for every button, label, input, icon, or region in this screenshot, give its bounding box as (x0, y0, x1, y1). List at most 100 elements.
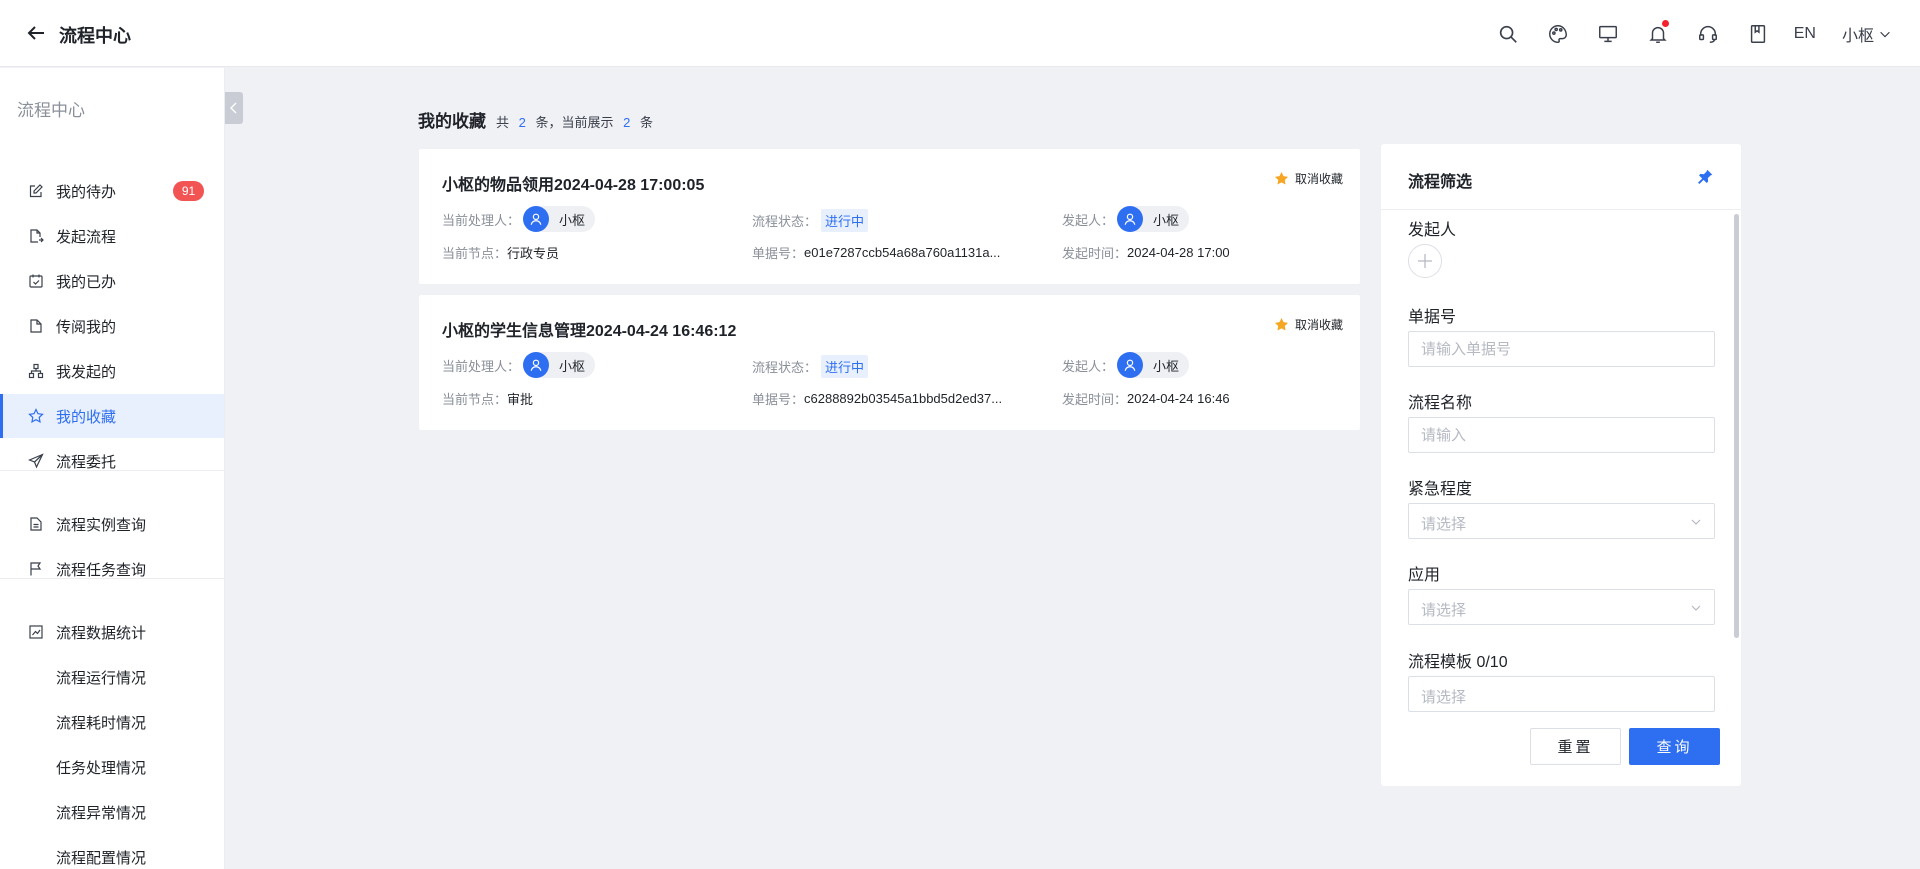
sidebar-item-circulated[interactable]: 传阅我的 (0, 304, 224, 348)
process-name-input[interactable] (1408, 417, 1715, 453)
sidebar-divider (0, 470, 224, 471)
start-time-value: 2024-04-28 17:00 (1127, 245, 1230, 260)
file-export-icon (28, 228, 44, 244)
report-icon (28, 516, 44, 532)
avatar (1117, 206, 1144, 232)
app-title: 流程中心 (59, 26, 131, 46)
book-icon[interactable] (1746, 22, 1770, 46)
app-select[interactable]: 请选择 (1408, 589, 1715, 625)
monitor-icon[interactable] (1596, 22, 1620, 46)
sidebar-item-duration[interactable]: 流程耗时情况 (0, 700, 224, 744)
sidebar-item-label: 我发起的 (56, 363, 117, 381)
chevron-down-icon (1691, 519, 1701, 525)
favorite-card[interactable]: 小枢的物品领用2024-04-28 17:00:05 取消收藏 当前处理人： 小… (419, 149, 1360, 284)
sidebar-item-config[interactable]: 流程配置情况 (0, 835, 224, 869)
search-icon[interactable] (1496, 22, 1520, 46)
user-icon (1124, 359, 1136, 371)
sidebar-item-done[interactable]: 我的已办 (0, 259, 224, 303)
node-label: 当前节点： (442, 392, 508, 407)
total-count: 2 (518, 115, 526, 130)
flag-icon (28, 561, 44, 577)
list-title: 我的收藏 (418, 112, 486, 131)
start-time-field: 发起时间： 2024-04-24 16:46 (1062, 389, 1230, 408)
handler-field: 当前处理人： 小枢 (442, 352, 596, 378)
doc-no-label: 单据号： (752, 246, 805, 261)
urgency-placeholder: 请选择 (1421, 516, 1467, 533)
filter-scrollbar[interactable] (1734, 214, 1739, 638)
status-badge: 进行中 (821, 209, 869, 232)
sidebar-item-start-process[interactable]: 发起流程 (0, 214, 224, 258)
app-placeholder: 请选择 (1421, 602, 1467, 619)
handler-chip[interactable]: 小枢 (523, 206, 596, 232)
pin-icon[interactable] (1696, 168, 1714, 186)
back-arrow-icon[interactable] (24, 21, 48, 45)
unfavorite-label: 取消收藏 (1294, 172, 1343, 186)
unfavorite-label: 取消收藏 (1294, 318, 1343, 332)
unfavorite-button[interactable]: 取消收藏 (1274, 316, 1343, 333)
user-menu[interactable]: 小枢 (1842, 22, 1892, 46)
card-title: 小枢的学生信息管理2024-04-24 16:46:12 (442, 323, 737, 340)
chevron-down-icon (1691, 605, 1701, 611)
headset-icon[interactable] (1696, 22, 1720, 46)
sidebar-item-delegate[interactable]: 流程委托 (0, 439, 224, 483)
sidebar-item-task-query[interactable]: 流程任务查询 (0, 547, 224, 591)
notification-dot (1661, 19, 1669, 27)
edit-icon (28, 183, 44, 199)
sidebar-item-initiated[interactable]: 我发起的 (0, 349, 224, 393)
doc-no-value: c6288892b03545a1bbd5d2ed37... (804, 391, 1003, 406)
sidebar-item-instance-query[interactable]: 流程实例查询 (0, 502, 224, 546)
initiator-field: 发起人： 小枢 (1062, 352, 1190, 378)
palette-icon[interactable] (1546, 22, 1570, 46)
sidebar-item-statistics[interactable]: 流程数据统计 (0, 610, 224, 654)
language-switch[interactable]: EN (1794, 25, 1816, 43)
sidebar-item-favorites[interactable]: 我的收藏 (0, 394, 224, 438)
sidebar-item-label: 我的待办 (56, 183, 117, 201)
add-initiator-button[interactable] (1408, 244, 1442, 278)
reset-button[interactable]: 重置 (1530, 728, 1621, 765)
sidebar-item-todo[interactable]: 我的待办 91 (0, 169, 224, 213)
sidebar-collapse-button[interactable] (225, 92, 243, 124)
status-field: 流程状态： 进行中 (752, 355, 869, 378)
urgency-filter-label: 紧急程度 (1408, 481, 1473, 498)
sidebar-item-running[interactable]: 流程运行情况 (0, 655, 224, 699)
unfavorite-button[interactable]: 取消收藏 (1274, 170, 1343, 187)
list-count: 共 2 条，当前展示 2 条 (496, 112, 653, 131)
query-button[interactable]: 查询 (1629, 728, 1720, 765)
template-select[interactable]: 请选择 (1408, 676, 1715, 712)
star-filled-icon (1274, 317, 1289, 331)
initiator-chip[interactable]: 小枢 (1117, 206, 1190, 232)
favorite-card[interactable]: 小枢的学生信息管理2024-04-24 16:46:12 取消收藏 当前处理人：… (419, 295, 1360, 430)
node-value: 行政专员 (507, 246, 560, 261)
shown-count: 2 (623, 115, 631, 130)
handler-chip[interactable]: 小枢 (523, 352, 596, 378)
start-time-value: 2024-04-24 16:46 (1127, 391, 1230, 406)
doc-no-input[interactable] (1408, 331, 1715, 367)
sidebar-item-exceptions[interactable]: 流程异常情况 (0, 790, 224, 834)
sidebar-item-task-handling[interactable]: 任务处理情况 (0, 745, 224, 789)
sidebar-item-label: 流程任务查询 (56, 561, 147, 579)
urgency-select[interactable]: 请选择 (1408, 503, 1715, 539)
filter-title: 流程筛选 (1408, 174, 1473, 191)
star-icon (28, 408, 44, 424)
calendar-check-icon (28, 273, 44, 289)
initiator-chip[interactable]: 小枢 (1117, 352, 1190, 378)
plus-icon (1418, 254, 1432, 268)
top-header: 流程中心 EN 小枢 (0, 0, 1920, 67)
sidebar-item-label: 传阅我的 (56, 318, 117, 336)
user-icon (530, 359, 542, 371)
handler-label: 当前处理人： (442, 358, 521, 374)
user-name: 小枢 (1841, 27, 1874, 45)
sidebar-item-label: 流程耗时情况 (56, 714, 147, 732)
sidebar-item-label: 任务处理情况 (56, 759, 147, 777)
chart-icon (28, 624, 44, 640)
avatar (523, 206, 550, 232)
doc-no-field: 单据号： e01e7287ccb54a68a760a1131a... (752, 243, 1000, 262)
hierarchy-icon (28, 363, 44, 379)
bell-icon[interactable] (1646, 19, 1670, 46)
sidebar-item-label: 我的收藏 (56, 408, 117, 426)
user-icon (1124, 213, 1136, 225)
send-icon (28, 453, 44, 469)
handler-name: 小枢 (559, 358, 586, 374)
header-toolbar: EN 小枢 (1470, 0, 1892, 67)
sidebar: 流程中心 我的待办 91 发起流程 我的已办 传阅我的 我发起的 我的收藏 流程… (0, 68, 225, 869)
